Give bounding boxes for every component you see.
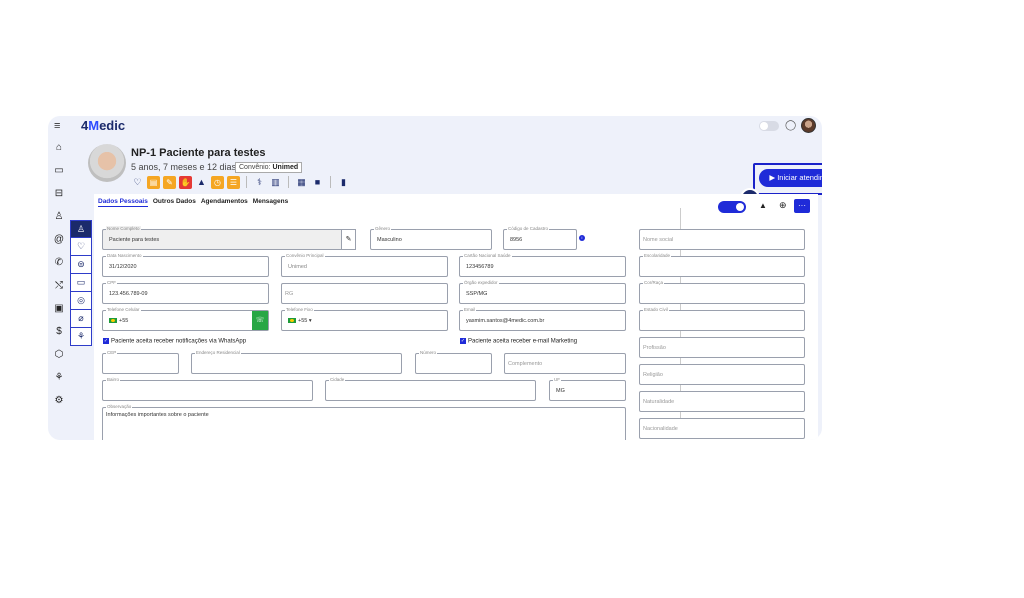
cube-icon[interactable]: ⬡ bbox=[53, 349, 65, 361]
phone-icon[interactable]: ✆ bbox=[53, 257, 65, 269]
plant-icon[interactable]: ⚘ bbox=[53, 372, 65, 384]
hand-stop-icon[interactable]: ✋ bbox=[179, 175, 192, 189]
email-field[interactable]: Email yasmim.santos@4medic.com.br bbox=[459, 307, 626, 331]
naturalidade-field[interactable]: Naturalidade bbox=[639, 391, 805, 412]
orgao-expedidor-field[interactable]: Órgão expedidor SSP/MG bbox=[459, 280, 626, 304]
book-icon[interactable]: ▮ bbox=[337, 176, 350, 189]
start-attendance-button[interactable]: ▶ Iniciar atendimento bbox=[759, 169, 822, 187]
observacao-field[interactable]: Observação Informações importantes sobre … bbox=[102, 404, 626, 440]
active-toggle[interactable] bbox=[718, 201, 746, 213]
warning-icon[interactable]: ▲ bbox=[195, 176, 208, 189]
codigo-cadastro-field[interactable]: Código de Cadastro 8956 bbox=[503, 226, 577, 250]
uf-field[interactable]: UF MG bbox=[549, 377, 626, 401]
separator bbox=[288, 176, 289, 188]
profissao-field[interactable]: Profissão bbox=[639, 337, 805, 358]
edit-name-button[interactable]: ✎ bbox=[341, 229, 356, 250]
telefone-fixo-field[interactable]: Telefone Fixo +55 ▾ bbox=[281, 307, 448, 331]
side-tab-camera-icon[interactable]: ◎ bbox=[70, 292, 92, 310]
convenio-principal-field[interactable]: Convênio Principal Unimed bbox=[281, 253, 448, 277]
user-avatar[interactable] bbox=[801, 118, 816, 133]
rg-field[interactable]: RG bbox=[281, 283, 448, 304]
nome-completo-field[interactable]: Nome Completo Paciente para testes bbox=[102, 226, 344, 250]
settings-icon[interactable]: ⚙ bbox=[53, 395, 65, 407]
document-icon[interactable]: ▥ bbox=[269, 176, 282, 189]
bairro-field[interactable]: Bairro bbox=[102, 377, 313, 401]
hamburger-menu-icon[interactable]: ≡ bbox=[54, 120, 66, 132]
form-tabs: Dados Pessoais Outros Dados Agendamentos… bbox=[98, 198, 288, 207]
whatsapp-consent-checkbox[interactable]: ✓ Paciente aceita receber notificações vi… bbox=[103, 338, 246, 345]
brazil-flag-icon bbox=[109, 318, 117, 324]
theme-toggle[interactable] bbox=[759, 121, 779, 131]
email-marketing-checkbox[interactable]: ✓ Paciente aceita receber e-mail Marketin… bbox=[460, 338, 577, 345]
tab-mensagens[interactable]: Mensagens bbox=[253, 198, 288, 207]
estado-civil-field[interactable]: Estado Civil bbox=[639, 307, 805, 331]
tab-outros-dados[interactable]: Outros Dados bbox=[153, 198, 196, 207]
complemento-field[interactable]: Complemento bbox=[504, 353, 626, 374]
globe-icon[interactable]: ⊕ bbox=[779, 200, 787, 211]
nome-social-field[interactable]: Nome social bbox=[639, 229, 805, 250]
clipboard-icon[interactable]: ▣ bbox=[53, 303, 65, 315]
app-window: ≡ 4Medic ◯ ⌂ ▭ ⊟ ♙ @ ✆ ⤭ ▣ $ ⬡ ⚘ ⚙ NP-1 … bbox=[48, 116, 822, 440]
escolaridade-field[interactable]: Escolaridade bbox=[639, 253, 805, 277]
cep-field[interactable]: CEP bbox=[102, 350, 179, 374]
whatsapp-icon[interactable]: ☏ bbox=[252, 311, 268, 330]
numero-field[interactable]: Número bbox=[415, 350, 492, 374]
patient-action-row: ♡ ▤ ✎ ✋ ▲ ◷ ☰ ⚕ ▥ ▦ ■ ▮ bbox=[131, 175, 350, 189]
dollar-icon[interactable]: $ bbox=[53, 326, 65, 338]
left-navigation: ⌂ ▭ ⊟ ♙ @ ✆ ⤭ ▣ $ ⬡ ⚘ ⚙ bbox=[48, 138, 70, 438]
info-icon[interactable]: i bbox=[579, 235, 585, 241]
patient-age: 5 anos, 7 meses e 12 dias bbox=[131, 162, 237, 172]
separator bbox=[246, 176, 247, 188]
tab-dados-pessoais[interactable]: Dados Pessoais bbox=[98, 198, 148, 207]
cpf-field[interactable]: CPF 123.456.789-09 bbox=[102, 280, 269, 304]
convenio-badge: Convênio: Unimed bbox=[235, 162, 303, 173]
side-tab-health-icon[interactable]: ♡ bbox=[70, 238, 92, 256]
at-icon[interactable]: @ bbox=[53, 234, 65, 246]
calendar-alert-icon[interactable]: ▤ bbox=[147, 175, 160, 189]
patient-name: NP-1 Paciente para testes bbox=[131, 147, 266, 159]
pill-icon[interactable]: ✎ bbox=[163, 175, 176, 189]
side-tab-plant-icon[interactable]: ⚘ bbox=[70, 328, 92, 346]
patient-header: NP-1 Paciente para testes 5 anos, 7 mese… bbox=[88, 138, 822, 208]
cor-raca-field[interactable]: Cor/Raça bbox=[639, 280, 805, 304]
patient-icon[interactable]: ♙ bbox=[53, 211, 65, 223]
separator bbox=[330, 176, 331, 188]
side-tab-print-icon[interactable]: ⊜ bbox=[70, 256, 92, 274]
list-icon[interactable]: ☰ bbox=[227, 175, 240, 189]
chat-icon[interactable]: ◯ bbox=[785, 120, 796, 131]
stethoscope-icon[interactable]: ⚕ bbox=[253, 176, 266, 189]
endereco-field[interactable]: Endereço Residencial bbox=[191, 350, 402, 374]
side-tab-person-icon[interactable]: ♙ bbox=[70, 220, 92, 238]
data-nascimento-field[interactable]: Data Nascimento 31/12/2020 bbox=[102, 253, 269, 277]
religiao-field[interactable]: Religião bbox=[639, 364, 805, 385]
cartao-saude-field[interactable]: Cartão Nacional Saúde 123456789 bbox=[459, 253, 626, 277]
nacionalidade-field[interactable]: Nacionalidade bbox=[639, 418, 805, 439]
clock-icon[interactable]: ◷ bbox=[211, 175, 224, 189]
app-logo[interactable]: 4Medic bbox=[81, 118, 125, 133]
heart-icon[interactable]: ♡ bbox=[131, 176, 144, 189]
cidade-field[interactable]: Cidade bbox=[325, 377, 536, 401]
brazil-flag-icon bbox=[288, 318, 296, 324]
video-icon[interactable]: ■ bbox=[311, 176, 324, 189]
warning-icon[interactable]: ▲ bbox=[759, 201, 767, 210]
top-bar: ≡ 4Medic ◯ bbox=[48, 116, 822, 136]
form-side-tabs: ♙ ♡ ⊜ ▭ ◎ ⌀ ⚘ bbox=[70, 220, 94, 352]
side-tab-folder-icon[interactable]: ▭ bbox=[70, 274, 92, 292]
shuffle-icon[interactable]: ⤭ bbox=[53, 280, 65, 292]
side-tab-attachment-icon[interactable]: ⌀ bbox=[70, 310, 92, 328]
tab-agendamentos[interactable]: Agendamentos bbox=[201, 198, 248, 207]
genero-field[interactable]: Gênero Masculino bbox=[370, 226, 492, 250]
telefone-celular-field[interactable]: Telefone Celular +55 bbox=[102, 307, 269, 331]
calendar-icon[interactable]: ▭ bbox=[53, 165, 65, 177]
home-icon[interactable]: ⌂ bbox=[53, 142, 65, 154]
car-icon[interactable]: ⊟ bbox=[53, 188, 65, 200]
more-options-button[interactable]: ··· bbox=[794, 199, 810, 213]
calendar-check-icon[interactable]: ▦ bbox=[295, 176, 308, 189]
patient-avatar bbox=[88, 144, 126, 182]
